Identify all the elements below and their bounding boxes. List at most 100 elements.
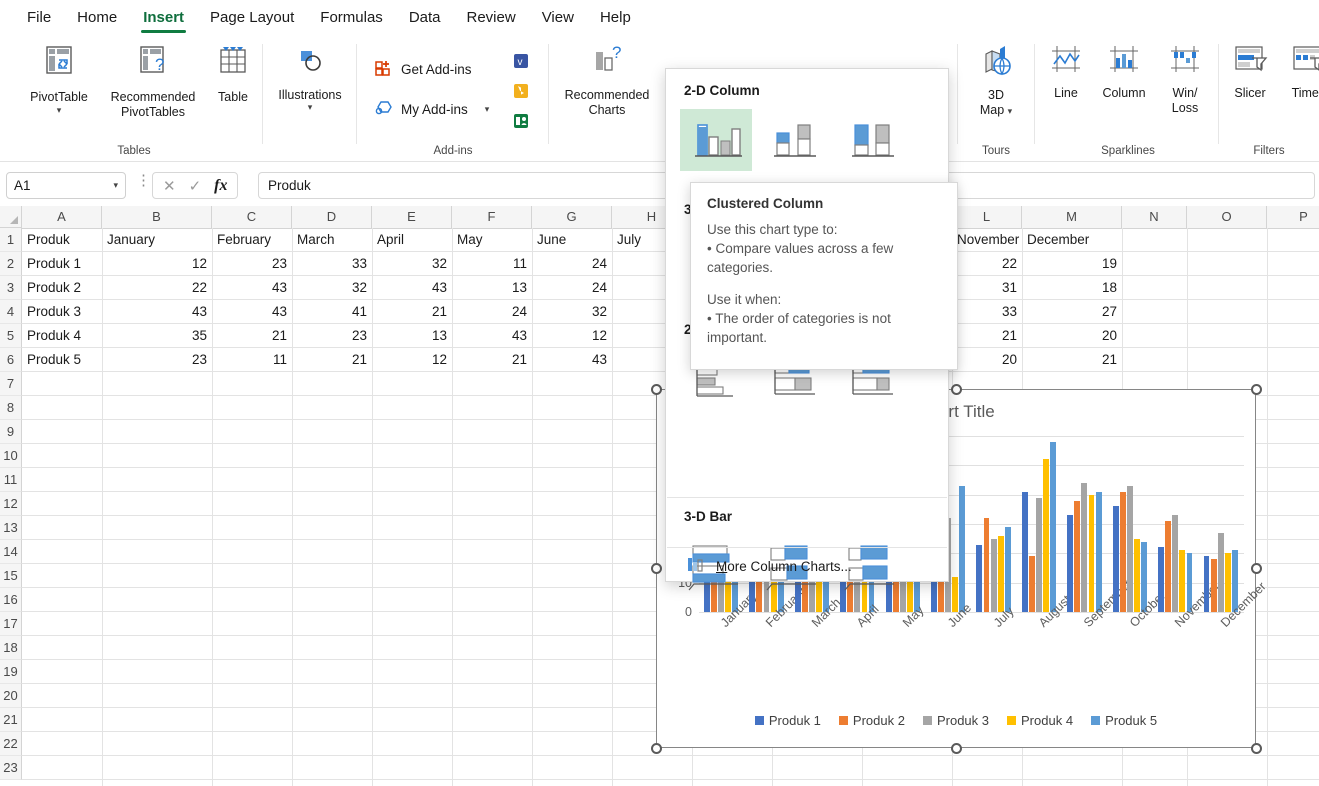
chart-bar[interactable] [1112, 506, 1119, 612]
ribbon-tab-view[interactable]: View [529, 3, 587, 34]
row-header-14[interactable]: 14 [0, 540, 22, 564]
slicer-button[interactable]: Slicer [1222, 42, 1278, 101]
row-header-4[interactable]: 4 [0, 300, 22, 324]
resize-handle-bottom-right[interactable] [1250, 742, 1262, 754]
chevron-down-icon[interactable]: ▾ [266, 103, 354, 112]
row-header-20[interactable]: 20 [0, 684, 22, 708]
row-header-10[interactable]: 10 [0, 444, 22, 468]
column-header-E[interactable]: E [372, 206, 452, 228]
column-header-A[interactable]: A [22, 206, 102, 228]
chart-bar[interactable] [997, 535, 1004, 612]
chart-bar[interactable] [1203, 556, 1210, 612]
cell-B4[interactable]: 43 [102, 300, 212, 324]
chart-bar[interactable] [1081, 482, 1088, 612]
sparkline-line-button[interactable]: Line [1038, 42, 1094, 101]
cell-C2[interactable]: 23 [212, 252, 292, 276]
column-header-C[interactable]: C [212, 206, 292, 228]
cell-G6[interactable]: 43 [532, 348, 612, 372]
ribbon-tab-home[interactable]: Home [64, 3, 130, 34]
row-header-8[interactable]: 8 [0, 396, 22, 420]
chart-bar[interactable] [959, 485, 966, 612]
cell-D5[interactable]: 23 [292, 324, 372, 348]
row-header-7[interactable]: 7 [0, 372, 22, 396]
cell-M4[interactable]: 27 [1022, 300, 1122, 324]
cell-G5[interactable]: 12 [532, 324, 612, 348]
cell-G2[interactable]: 24 [532, 252, 612, 276]
cell-E5[interactable]: 13 [372, 324, 452, 348]
cell-G1[interactable]: June [532, 228, 612, 252]
cell-A1[interactable]: Produk [22, 228, 102, 252]
cell-D2[interactable]: 33 [292, 252, 372, 276]
bing-addin-icon[interactable] [512, 82, 530, 105]
chart-bar[interactable] [1028, 556, 1035, 612]
my-addins-button[interactable]: My Add-ins ▾ [374, 98, 489, 121]
timeline-button[interactable]: Timeli [1280, 42, 1319, 101]
column-header-O[interactable]: O [1187, 206, 1267, 228]
cell-A5[interactable]: Produk 4 [22, 324, 102, 348]
cell-E2[interactable]: 32 [372, 252, 452, 276]
cell-L5[interactable]: 21 [952, 324, 1022, 348]
row-header-6[interactable]: 6 [0, 348, 22, 372]
table-button[interactable]: Table [206, 42, 260, 105]
cell-D6[interactable]: 21 [292, 348, 372, 372]
chart-bar[interactable] [1043, 459, 1050, 612]
confirm-icon[interactable]: ✓ [189, 177, 202, 195]
row-header-15[interactable]: 15 [0, 564, 22, 588]
row-header-21[interactable]: 21 [0, 708, 22, 732]
cell-L3[interactable]: 31 [952, 276, 1022, 300]
ribbon-tab-insert[interactable]: Insert [130, 3, 197, 34]
formula-bar-grip[interactable]: ⋮ [136, 173, 151, 188]
ribbon-tab-formulas[interactable]: Formulas [307, 3, 396, 34]
more-column-charts-item[interactable]: More Column Charts... [667, 549, 947, 583]
cell-F2[interactable]: 11 [452, 252, 532, 276]
cancel-icon[interactable]: ✕ [163, 177, 176, 195]
sparkline-winloss-button[interactable]: Win/ Loss [1156, 42, 1214, 116]
chart-legend[interactable]: Produk 1 Produk 2 Produk 3 Produk 4 Produk 5 [657, 713, 1255, 728]
resize-handle-bottom-left[interactable] [650, 742, 662, 754]
chevron-down-icon[interactable]: ▾ [1008, 106, 1013, 116]
column-header-P[interactable]: P [1267, 206, 1319, 228]
row-header-18[interactable]: 18 [0, 636, 22, 660]
sparkline-column-button[interactable]: Column [1094, 42, 1154, 101]
cell-D1[interactable]: March [292, 228, 372, 252]
cell-B2[interactable]: 12 [102, 252, 212, 276]
cell-L4[interactable]: 33 [952, 300, 1022, 324]
cell-M6[interactable]: 21 [1022, 348, 1122, 372]
chart-bar[interactable] [1036, 497, 1042, 612]
chart-bar[interactable] [1126, 485, 1133, 612]
column-header-N[interactable]: N [1122, 206, 1187, 228]
resize-handle-middle-right[interactable] [1250, 563, 1262, 574]
column-header-L[interactable]: L [952, 206, 1022, 228]
select-all-corner[interactable] [0, 206, 22, 228]
cell-M1[interactable]: December [1022, 228, 1122, 252]
cell-C6[interactable]: 11 [212, 348, 292, 372]
gallery-item-clustered-column[interactable] [680, 109, 752, 171]
cell-M5[interactable]: 20 [1022, 324, 1122, 348]
chevron-down-icon[interactable]: ▾ [113, 181, 118, 190]
insert-function-icon[interactable]: fx [214, 177, 227, 195]
chevron-down-icon[interactable]: ▾ [14, 106, 104, 115]
cell-B1[interactable]: January [102, 228, 212, 252]
row-header-3[interactable]: 3 [0, 276, 22, 300]
row-header-12[interactable]: 12 [0, 492, 22, 516]
chart-bar[interactable] [1224, 553, 1231, 612]
column-header-F[interactable]: F [452, 206, 532, 228]
cell-G3[interactable]: 24 [532, 276, 612, 300]
chart-bar[interactable] [1021, 491, 1028, 612]
chart-bar[interactable] [990, 538, 997, 612]
chart-bar[interactable] [1165, 521, 1172, 612]
cell-M2[interactable]: 19 [1022, 252, 1122, 276]
chart-bar[interactable] [1050, 441, 1057, 612]
chart-bar[interactable] [1004, 526, 1011, 612]
row-header-13[interactable]: 13 [0, 516, 22, 540]
row-header-9[interactable]: 9 [0, 420, 22, 444]
chart-legend-item[interactable]: Produk 2 [838, 713, 905, 728]
cell-A4[interactable]: Produk 3 [22, 300, 102, 324]
get-addins-button[interactable]: Get Add-ins [374, 58, 472, 81]
cell-E3[interactable]: 43 [372, 276, 452, 300]
ribbon-tab-data[interactable]: Data [396, 3, 454, 34]
visio-addin-icon[interactable]: v [512, 52, 530, 75]
cell-C3[interactable]: 43 [212, 276, 292, 300]
cell-F5[interactable]: 43 [452, 324, 532, 348]
row-header-11[interactable]: 11 [0, 468, 22, 492]
